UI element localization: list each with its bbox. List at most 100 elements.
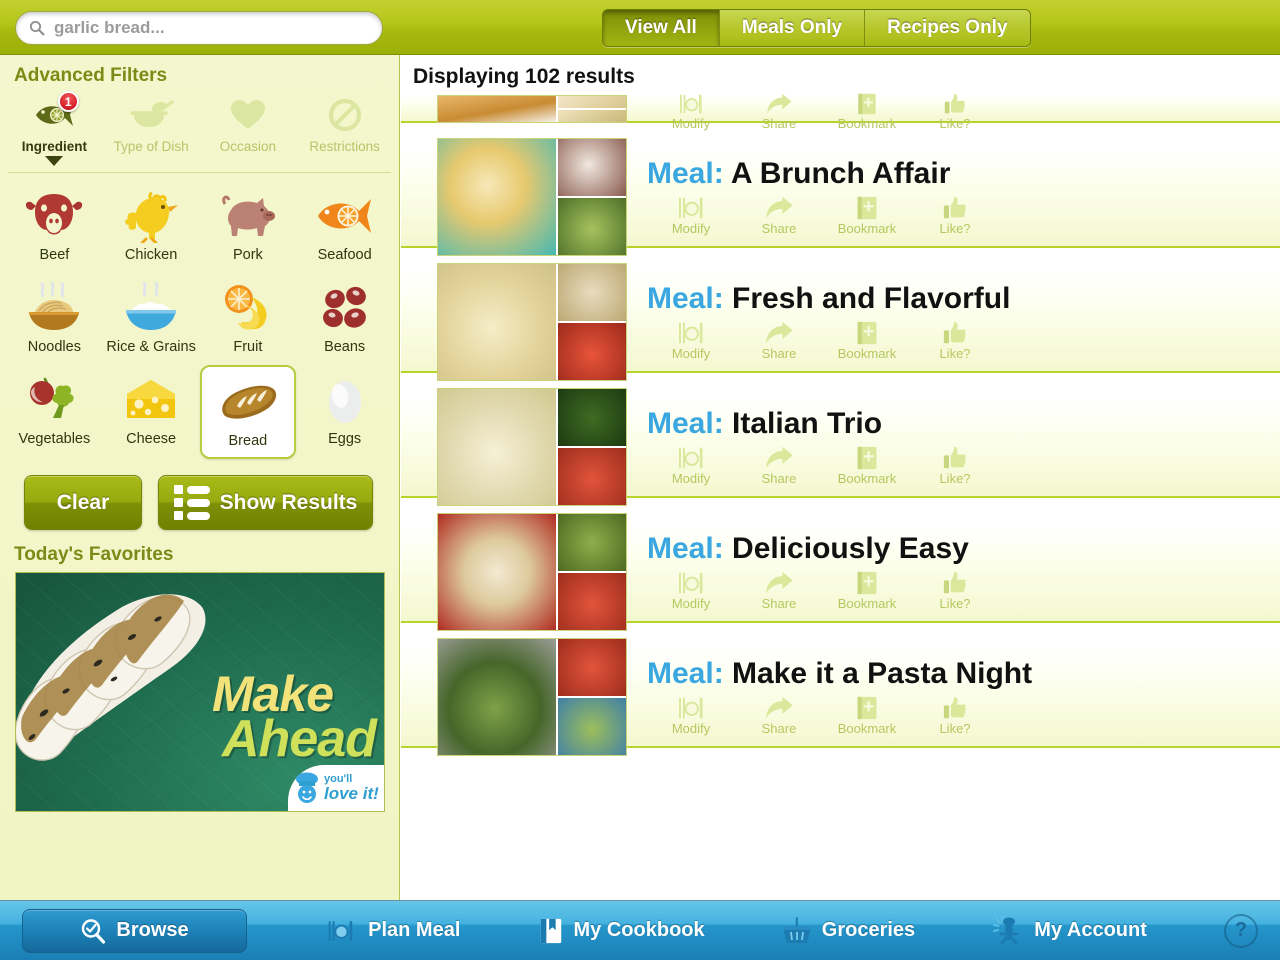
action-bookmark[interactable]: Bookmark bbox=[823, 194, 911, 236]
action-label-bookmark: Bookmark bbox=[837, 220, 897, 236]
nav-item-browse[interactable]: Browse bbox=[22, 908, 247, 953]
ingredient-chicken[interactable]: Chicken bbox=[103, 181, 200, 271]
page-title: Deliciously Easy bbox=[732, 532, 969, 566]
nav-label-plan-meal: Plan Meal bbox=[368, 919, 461, 941]
action-modify[interactable]: Modify bbox=[647, 89, 735, 131]
action-share[interactable]: Share bbox=[735, 694, 823, 736]
filter-tab-restrictions[interactable]: Restrictions bbox=[296, 93, 393, 166]
table-row[interactable]: Meal: Deliciously Easy Modify Share Book… bbox=[401, 513, 1280, 631]
ingredient-noodles[interactable]: Noodles bbox=[6, 273, 103, 363]
filter-tab-label-occasion: Occasion bbox=[219, 139, 277, 154]
action-like[interactable]: Like? bbox=[911, 569, 999, 611]
view-toggle-recipes-only[interactable]: Recipes Only bbox=[865, 10, 1030, 46]
ingredient-eggs[interactable]: Eggs bbox=[296, 365, 393, 459]
fruit-icon bbox=[202, 279, 295, 337]
ingredient-icon-wrap: 1 bbox=[6, 91, 103, 135]
filter-tabs: 1 Ingredient Type of Dish Occasion Restr… bbox=[0, 91, 399, 166]
help-button[interactable]: ? bbox=[1224, 913, 1259, 948]
action-bookmark[interactable]: Bookmark bbox=[823, 319, 911, 361]
filter-tab-type-of-dish[interactable]: Type of Dish bbox=[103, 93, 200, 166]
action-like[interactable]: Like? bbox=[911, 444, 999, 486]
action-share[interactable]: Share bbox=[735, 569, 823, 611]
action-like[interactable]: Like? bbox=[911, 194, 999, 236]
promo-banner[interactable]: Make Ahead you'll love it! bbox=[15, 572, 385, 812]
action-modify[interactable]: Modify bbox=[647, 694, 735, 736]
chef-person-icon bbox=[993, 915, 1019, 944]
table-row[interactable]: Meal: A Brunch Affair Modify Share Bookm… bbox=[401, 138, 1280, 256]
share-arrow-icon bbox=[735, 194, 823, 220]
promo-logo: you'll love it! bbox=[288, 765, 384, 811]
result-thumbnail bbox=[437, 138, 627, 256]
action-modify[interactable]: Modify bbox=[647, 319, 735, 361]
ingredient-beans[interactable]: Beans bbox=[296, 273, 393, 363]
action-share[interactable]: Share bbox=[735, 89, 823, 131]
filter-tab-occasion[interactable]: Occasion bbox=[200, 93, 297, 166]
ingredient-seafood[interactable]: Seafood bbox=[296, 181, 393, 271]
action-bookmark[interactable]: Bookmark bbox=[823, 569, 911, 611]
clear-button[interactable]: Clear bbox=[24, 475, 142, 530]
action-like[interactable]: Like? bbox=[911, 89, 999, 131]
show-results-button-label: Show Results bbox=[219, 490, 358, 514]
utensils-plate-icon bbox=[647, 319, 735, 345]
action-share[interactable]: Share bbox=[735, 319, 823, 361]
filter-tab-label-restrictions: Restrictions bbox=[309, 139, 380, 154]
ingredient-label-chicken: Chicken bbox=[124, 247, 178, 263]
action-like[interactable]: Like? bbox=[911, 319, 999, 361]
ingredient-beef[interactable]: Beef bbox=[6, 181, 103, 271]
action-label-bookmark: Bookmark bbox=[837, 470, 897, 486]
view-toggle-meals-only[interactable]: Meals Only bbox=[719, 10, 866, 46]
action-modify[interactable]: Modify bbox=[647, 444, 735, 486]
ingredient-fruit[interactable]: Fruit bbox=[200, 273, 297, 363]
nav-item-groceries[interactable]: Groceries bbox=[782, 909, 915, 953]
result-actions: Modify Share Bookmark Like? bbox=[647, 694, 1280, 736]
filter-tab-label-type-of-dish: Type of Dish bbox=[113, 139, 189, 154]
action-like[interactable]: Like? bbox=[911, 694, 999, 736]
book-plus-icon bbox=[823, 694, 911, 720]
table-row[interactable]: Meal: Italian Trio Modify Share Bookmark… bbox=[401, 388, 1280, 506]
action-label-share: Share bbox=[761, 220, 797, 236]
results-pane[interactable]: Displaying 102 results Modify Share Book… bbox=[401, 55, 1280, 900]
action-label-modify: Modify bbox=[671, 345, 711, 361]
nav-label-groceries: Groceries bbox=[821, 919, 916, 941]
nav-item-plan-meal[interactable]: Plan Meal bbox=[324, 909, 460, 953]
action-modify[interactable]: Modify bbox=[647, 569, 735, 611]
ingredient-vegetables[interactable]: Vegetables bbox=[6, 365, 103, 459]
share-arrow-icon bbox=[735, 444, 823, 470]
app-root: View All Meals Only Recipes Only Advance… bbox=[0, 0, 1280, 960]
action-bookmark[interactable]: Bookmark bbox=[823, 694, 911, 736]
action-bookmark[interactable]: Bookmark bbox=[823, 89, 911, 131]
nav-item-my-cookbook[interactable]: My Cookbook bbox=[538, 909, 705, 953]
beans-icon bbox=[298, 279, 391, 337]
table-row[interactable]: Meal: Make it a Pasta Night Modify Share… bbox=[401, 638, 1280, 756]
top-bar: View All Meals Only Recipes Only bbox=[0, 0, 1280, 55]
page-title: Italian Trio bbox=[732, 407, 883, 441]
action-share[interactable]: Share bbox=[735, 444, 823, 486]
action-label-modify: Modify bbox=[671, 220, 711, 236]
action-share[interactable]: Share bbox=[735, 194, 823, 236]
bowl-spoon-icon bbox=[130, 100, 174, 127]
search-input[interactable] bbox=[54, 18, 382, 38]
ingredient-label-beef: Beef bbox=[39, 247, 70, 263]
table-row[interactable]: Modify Share Bookmark Like? bbox=[401, 93, 1280, 131]
nav-item-my-account[interactable]: My Account bbox=[992, 909, 1147, 953]
ingredient-cheese[interactable]: Cheese bbox=[103, 365, 200, 459]
action-label-like: Like? bbox=[939, 116, 971, 131]
utensils-plate-icon bbox=[647, 694, 735, 720]
thumbs-up-icon bbox=[911, 569, 999, 595]
search-field[interactable] bbox=[15, 11, 383, 45]
result-kind: Meal: bbox=[647, 157, 724, 191]
action-bookmark[interactable]: Bookmark bbox=[823, 444, 911, 486]
table-row[interactable]: Meal: Fresh and Flavorful Modify Share B… bbox=[401, 263, 1280, 381]
ingredient-bread[interactable]: Bread bbox=[199, 365, 297, 459]
ingredient-rice-grains[interactable]: Rice & Grains bbox=[103, 273, 200, 363]
view-toggle-view-all[interactable]: View All bbox=[603, 10, 720, 46]
cow-icon bbox=[8, 187, 101, 245]
advanced-filters-sidebar: Advanced Filters 1 Ingredient Type of Di… bbox=[0, 55, 400, 900]
result-kind: Meal: bbox=[647, 282, 724, 316]
view-toggle[interactable]: View All Meals Only Recipes Only bbox=[602, 9, 1031, 47]
utensils-plate-icon bbox=[647, 194, 735, 220]
ingredient-pork[interactable]: Pork bbox=[200, 181, 297, 271]
filter-tab-ingredient[interactable]: 1 Ingredient bbox=[6, 91, 103, 166]
action-modify[interactable]: Modify bbox=[647, 194, 735, 236]
show-results-button[interactable]: Show Results bbox=[158, 475, 373, 530]
